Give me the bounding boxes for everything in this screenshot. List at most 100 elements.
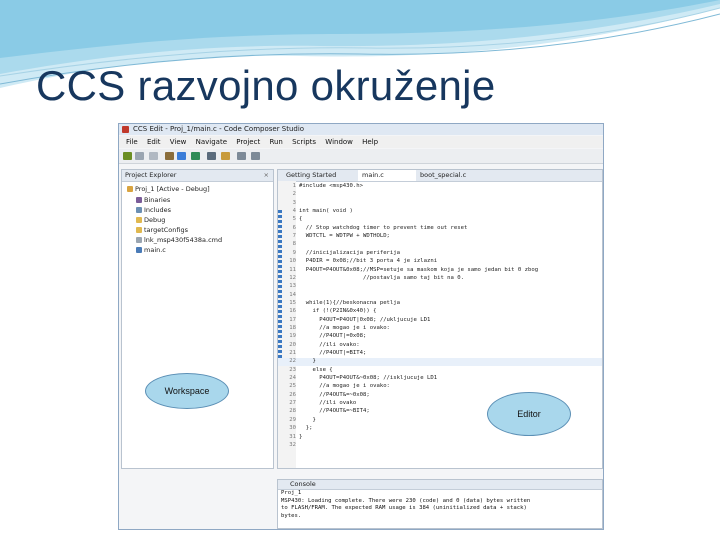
- tab-main-c[interactable]: main.c: [358, 170, 416, 181]
- code-line[interactable]: 1 #include <msp430.h>: [278, 183, 363, 191]
- code-line[interactable]: 16 if (!(P2IN&0x40)) {: [278, 308, 376, 316]
- tree-item-cmd[interactable]: lnk_msp430f5438a.cmd: [136, 236, 222, 245]
- code-line[interactable]: 2: [278, 191, 299, 199]
- code-line[interactable]: 17 P4OUT=P4OUT|0x08; //ukljucuje LD1: [278, 317, 430, 325]
- tab-console[interactable]: Console: [290, 480, 316, 488]
- menu-view[interactable]: View: [170, 136, 187, 148]
- code-line[interactable]: 25 //a mogao je i ovako:: [278, 383, 390, 391]
- project-explorer-panel: Project Explorer × Proj_1 [Active - Debu…: [121, 169, 274, 469]
- code-text: else {: [299, 366, 333, 373]
- slide-title: CCS razvojno okruženje: [36, 62, 496, 109]
- tree-item-debug[interactable]: Debug: [136, 216, 165, 225]
- line-number: 10: [289, 258, 296, 265]
- line-number: 22: [289, 358, 296, 365]
- project-folder-icon: [127, 186, 133, 192]
- run-icon[interactable]: [191, 152, 200, 160]
- code-line[interactable]: 11 P4OUT=P4OUT&0x08;//MSP=setuje sa mask…: [278, 267, 538, 275]
- tree-item-label: Includes: [144, 206, 172, 214]
- file-icon: [136, 237, 142, 243]
- code-line[interactable]: 32: [278, 442, 299, 450]
- menu-help[interactable]: Help: [362, 136, 378, 148]
- code-line[interactable]: 26 //P4OUT&=~0x08;: [278, 392, 369, 400]
- code-text: P4OUT=P4OUT&0x08;//MSP=setuje sa maskom …: [299, 266, 539, 273]
- code-line[interactable]: 13: [278, 283, 299, 291]
- code-text: {: [299, 216, 303, 223]
- line-number: 15: [289, 299, 296, 306]
- bookmark-icon[interactable]: [221, 152, 230, 160]
- tab-boot-special-c[interactable]: boot_special.c: [416, 170, 490, 181]
- search-icon[interactable]: [207, 152, 216, 160]
- debug-icon[interactable]: [177, 152, 186, 160]
- code-line[interactable]: 27 //ili ovako: [278, 400, 356, 408]
- menu-run[interactable]: Run: [269, 136, 282, 148]
- code-line[interactable]: 4 int main( void ): [278, 208, 353, 216]
- code-text: }: [299, 358, 316, 365]
- code-line[interactable]: 22 }: [278, 358, 602, 366]
- code-text: //a mogao je i ovako:: [299, 324, 390, 331]
- line-number: 1: [292, 183, 296, 189]
- tree-item-includes[interactable]: Includes: [136, 206, 171, 215]
- code-line[interactable]: 12 //postavlja samo taj bit na 0.: [278, 275, 464, 283]
- code-line[interactable]: 28 //P4OUT&=~BIT4;: [278, 408, 370, 416]
- console-line: bytes.: [281, 512, 302, 519]
- line-number: 3: [292, 199, 296, 206]
- code-line[interactable]: 20 //ili ovako:: [278, 341, 360, 350]
- code-line[interactable]: 24 P4OUT=P4OUT&~0x08; //iskljucuje LD1: [278, 375, 437, 383]
- menu-window[interactable]: Window: [325, 136, 353, 148]
- line-number: 27: [289, 400, 296, 407]
- code-text: //P4OUT&=~BIT4;: [299, 408, 370, 415]
- toolbar: [119, 149, 603, 164]
- line-number: 6: [292, 224, 296, 231]
- code-text: //ili ovako:: [299, 341, 360, 348]
- menu-edit[interactable]: Edit: [147, 136, 161, 148]
- menu-bar: File Edit View Navigate Project Run Scri…: [119, 136, 603, 148]
- code-line[interactable]: 5{: [278, 216, 303, 224]
- save-icon[interactable]: [135, 152, 144, 160]
- console-tabs: Console: [278, 480, 602, 490]
- tab-label: main.c: [362, 171, 384, 179]
- back-icon[interactable]: [237, 152, 246, 160]
- tree-item-project[interactable]: Proj_1 [Active - Debug]: [127, 185, 210, 194]
- tree-item-main-c[interactable]: main.c: [136, 246, 166, 255]
- code-line[interactable]: 31}: [278, 434, 302, 442]
- code-line[interactable]: 23 else {: [278, 366, 333, 375]
- code-text: //a mogao je i ovako:: [299, 383, 390, 390]
- menu-file[interactable]: File: [126, 136, 138, 148]
- code-line[interactable]: 7 WDTCTL = WDTPW + WDTHOLD;: [278, 233, 390, 241]
- close-icon[interactable]: ×: [264, 170, 269, 181]
- code-line[interactable]: 8: [278, 241, 299, 249]
- code-line[interactable]: 15 while(1){//beskonacna petlja: [278, 300, 400, 308]
- code-line[interactable]: 29 }: [278, 417, 316, 425]
- code-text: };: [299, 425, 313, 432]
- menu-scripts[interactable]: Scripts: [292, 136, 316, 148]
- code-text: int main( void ): [299, 208, 353, 215]
- build-icon[interactable]: [165, 152, 174, 160]
- save-all-icon[interactable]: [149, 152, 158, 160]
- new-icon[interactable]: [123, 152, 132, 160]
- line-number: 17: [289, 316, 296, 323]
- folder-icon: [136, 217, 142, 223]
- menu-navigate[interactable]: Navigate: [196, 136, 227, 148]
- code-line[interactable]: 21 //P4OUT|=BIT4;: [278, 350, 366, 358]
- menu-project[interactable]: Project: [236, 136, 260, 148]
- tab-getting-started[interactable]: Getting Started: [282, 170, 360, 181]
- code-line[interactable]: 10 P4DIR = 0x08;//bit 3 porta 4 je izlaz…: [278, 258, 437, 266]
- code-line[interactable]: 9 //inicijalizacija periferija: [278, 250, 400, 258]
- tree-item-binaries[interactable]: Binaries: [136, 196, 170, 205]
- code-text: }: [299, 433, 303, 440]
- line-number: 4: [292, 208, 296, 215]
- line-number: 13: [289, 283, 296, 290]
- forward-icon[interactable]: [251, 152, 260, 160]
- code-text: #include <msp430.h>: [299, 183, 363, 189]
- line-number: 29: [289, 416, 296, 423]
- code-line[interactable]: 6 // Stop watchdog timer to prevent time…: [278, 224, 468, 233]
- code-line[interactable]: 18 //a mogao je i ovako:: [278, 325, 390, 333]
- tree-item-targetconfigs[interactable]: targetConfigs: [136, 226, 188, 235]
- code-line[interactable]: 19 //P4OUT|=0x08;: [278, 333, 366, 341]
- code-line[interactable]: 3: [278, 200, 299, 208]
- workspace-callout: Workspace: [145, 373, 229, 409]
- code-line[interactable]: 30 };: [278, 425, 312, 433]
- console-project: Proj_1: [281, 490, 302, 496]
- code-line[interactable]: 14: [278, 292, 299, 300]
- folder-icon: [136, 227, 142, 233]
